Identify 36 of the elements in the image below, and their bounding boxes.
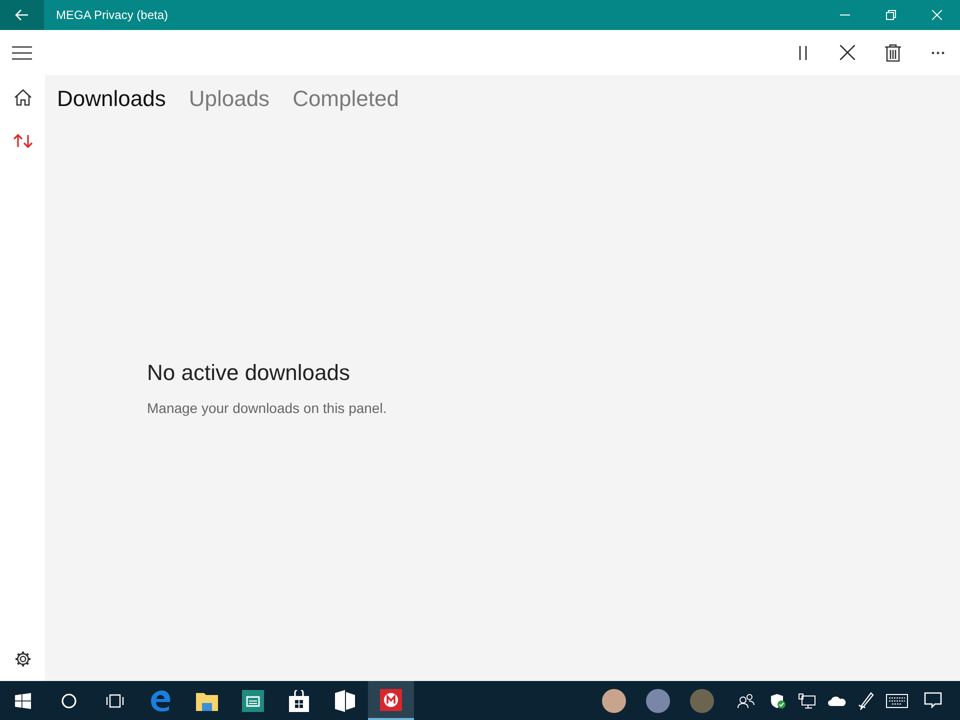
close-icon <box>840 45 855 60</box>
up-down-arrows-icon <box>12 134 32 148</box>
empty-state-title: No active downloads <box>147 360 352 386</box>
trash-icon <box>884 44 900 62</box>
network-icon[interactable] <box>798 692 816 708</box>
notification-icon[interactable] <box>924 692 942 709</box>
window-title: MEGA Privacy (beta) <box>56 8 168 22</box>
cloud-icon[interactable] <box>828 696 846 706</box>
pause-icon <box>798 46 808 60</box>
tiles-icon <box>335 690 355 712</box>
restore-icon <box>886 10 896 20</box>
close-icon <box>932 10 942 20</box>
app-logo-icon <box>380 688 402 710</box>
pen-icon[interactable] <box>858 692 874 710</box>
more-icon <box>930 50 944 54</box>
windows-icon <box>15 692 31 708</box>
tab[interactable]: Uploads <box>188 86 282 112</box>
people-icon <box>737 692 755 708</box>
empty-state-message: Manage your downloads on this panel. <box>147 400 388 416</box>
app-icon <box>242 690 264 712</box>
browser-icon <box>150 690 172 712</box>
contact-avatar[interactable] <box>602 688 626 712</box>
tab[interactable]: Completed <box>292 86 411 112</box>
keyboard-icon[interactable] <box>886 694 908 708</box>
back-arrow-icon <box>15 9 29 21</box>
home-icon <box>14 88 32 106</box>
shopping-bag-icon <box>289 690 309 712</box>
circle-icon <box>61 692 77 708</box>
taskbar-app[interactable] <box>368 681 414 720</box>
contact-avatar[interactable] <box>646 688 670 712</box>
task-view-icon <box>105 692 125 708</box>
tab[interactable]: Downloads <box>56 86 178 112</box>
shield-icon[interactable] <box>770 692 786 708</box>
folder-icon <box>196 690 218 710</box>
settings-icon <box>14 650 32 668</box>
menu-icon <box>12 46 32 60</box>
